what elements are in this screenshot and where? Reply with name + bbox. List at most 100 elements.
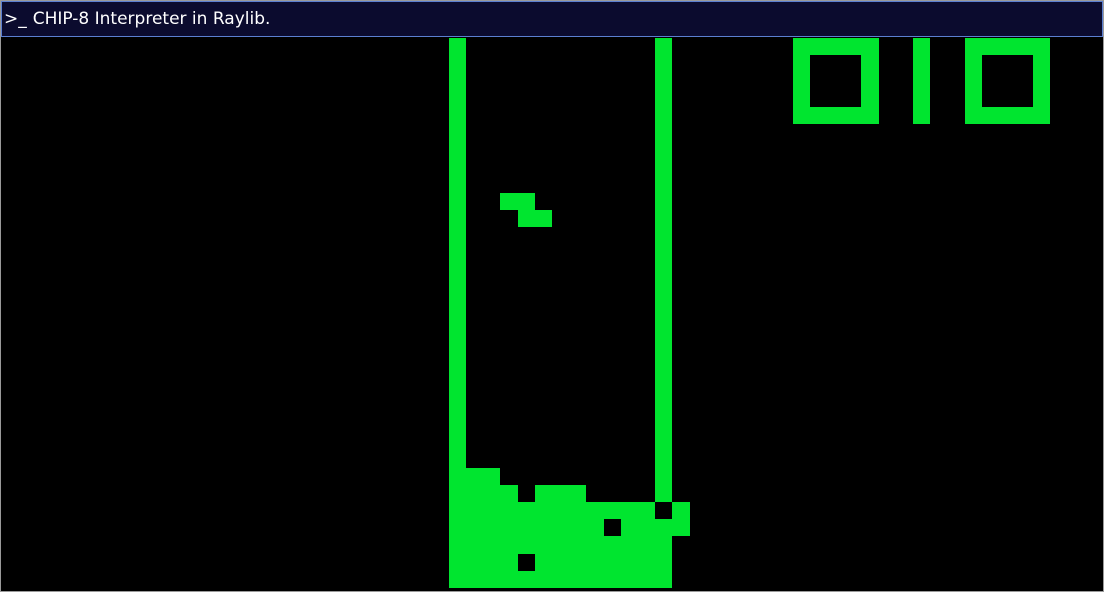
display-pixel [827, 107, 844, 124]
display-pixel [913, 38, 930, 55]
display-pixel [655, 107, 672, 124]
display-pixel [449, 55, 466, 72]
display-pixel [793, 90, 810, 107]
display-pixel [449, 244, 466, 261]
display-pixel [552, 502, 569, 519]
title-bar[interactable]: >_ CHIP-8 Interpreter in Raylib. [1, 1, 1103, 37]
display-pixel [449, 279, 466, 296]
display-pixel [449, 296, 466, 313]
display-pixel [449, 571, 466, 588]
display-pixel [655, 261, 672, 279]
terminal-icon: >_ [4, 9, 27, 29]
display-pixel [655, 347, 672, 365]
display-pixel [655, 124, 672, 141]
display-pixel [500, 554, 518, 571]
display-pixel [569, 485, 586, 502]
display-pixel [655, 330, 672, 347]
display-pixel [449, 433, 466, 451]
display-pixel [655, 55, 672, 72]
display-pixel [466, 554, 483, 571]
display-pixel [586, 519, 604, 536]
display-pixel [655, 536, 672, 554]
display-pixel [518, 210, 535, 227]
display-pixel [655, 90, 672, 107]
display-pixel [655, 296, 672, 313]
display-pixel [518, 519, 535, 536]
display-pixel [449, 107, 466, 124]
display-pixel [569, 536, 586, 554]
display-pixel [1033, 72, 1050, 90]
display-pixel [535, 519, 552, 536]
display-pixel [621, 571, 638, 588]
display-pixel [655, 176, 672, 193]
display-pixel [1016, 107, 1033, 124]
display-pixel [535, 571, 552, 588]
display-pixel [793, 55, 810, 72]
display-pixel [844, 107, 861, 124]
display-pixel [483, 536, 500, 554]
display-pixel [655, 468, 672, 485]
display-pixel [449, 261, 466, 279]
display-pixel [535, 554, 552, 571]
display-pixel [655, 485, 672, 502]
display-pixel [466, 485, 483, 502]
display-pixel [655, 141, 672, 158]
display-pixel [449, 176, 466, 193]
display-pixel [655, 227, 672, 244]
display-pixel [449, 38, 466, 55]
display-pixel [655, 72, 672, 90]
display-pixel [655, 416, 672, 433]
display-pixel [604, 571, 621, 588]
display-pixel [913, 107, 930, 124]
display-pixel [449, 382, 466, 399]
display-pixel [638, 554, 655, 571]
display-pixel [1033, 38, 1050, 55]
display-pixel [638, 571, 655, 588]
display-pixel [483, 502, 500, 519]
display-pixel [965, 107, 982, 124]
display-pixel [913, 72, 930, 90]
display-pixel [518, 536, 535, 554]
display-pixel [1016, 38, 1033, 55]
display-pixel [569, 554, 586, 571]
display-pixel [483, 554, 500, 571]
display-pixel [655, 193, 672, 210]
display-pixel [655, 244, 672, 261]
display-pixel [500, 519, 518, 536]
display-pixel [569, 571, 586, 588]
display-pixel [655, 38, 672, 55]
display-pixel [655, 433, 672, 451]
display-pixel [638, 519, 655, 536]
display-pixel [518, 502, 535, 519]
display-pixel [483, 571, 500, 588]
display-pixel [810, 38, 827, 55]
display-pixel [621, 554, 638, 571]
display-pixel [913, 90, 930, 107]
display-pixel [449, 416, 466, 433]
app-window: >_ CHIP-8 Interpreter in Raylib. [0, 0, 1104, 592]
display-pixel [535, 502, 552, 519]
display-pixel [500, 571, 518, 588]
display-pixel [672, 502, 690, 519]
display-pixel [638, 536, 655, 554]
display-pixel [965, 90, 982, 107]
display-pixel [793, 38, 810, 55]
display-pixel [449, 519, 466, 536]
display-pixel [621, 502, 638, 519]
display-pixel [586, 502, 604, 519]
display-pixel [449, 193, 466, 210]
display-pixel [552, 519, 569, 536]
display-pixel [483, 468, 500, 485]
display-pixel [535, 536, 552, 554]
display-pixel [449, 468, 466, 485]
display-pixel [500, 502, 518, 519]
display-pixel [449, 158, 466, 176]
display-pixel [466, 536, 483, 554]
display-pixel [1033, 90, 1050, 107]
display-pixel [655, 571, 672, 588]
display-pixel [449, 90, 466, 107]
display-pixel [655, 382, 672, 399]
display-pixel [500, 536, 518, 554]
display-pixel [449, 536, 466, 554]
display-pixel [449, 554, 466, 571]
